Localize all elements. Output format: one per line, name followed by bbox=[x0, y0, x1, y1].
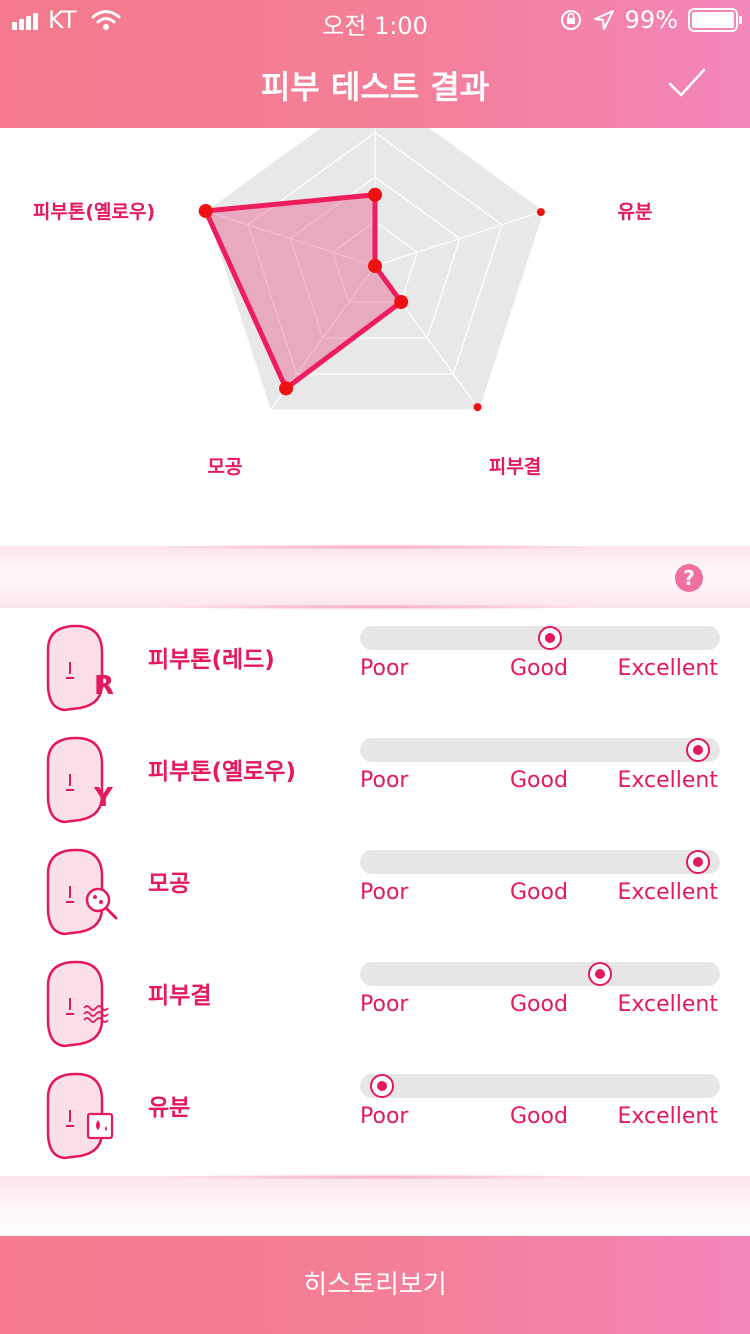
metric-name: 피부톤(옐로우) bbox=[148, 759, 296, 785]
radar-label-oil: 유분 bbox=[618, 201, 653, 223]
slider-knob bbox=[588, 962, 613, 986]
metric-row-yellow-tone: Y 피부톤(옐로우) Poor Good Excellent bbox=[0, 720, 750, 832]
radar-vertex-marker bbox=[473, 403, 482, 412]
check-icon bbox=[668, 68, 706, 97]
scale-poor: Poor bbox=[360, 1104, 409, 1129]
metric-name: 피부결 bbox=[148, 983, 212, 1009]
radar-point bbox=[368, 259, 382, 273]
scale-good: Good bbox=[510, 768, 568, 793]
face-texture-icon bbox=[46, 960, 109, 1048]
metric-slider bbox=[360, 626, 720, 650]
bottom-divider bbox=[0, 1174, 750, 1236]
radar-label-pore: 모공 bbox=[208, 456, 243, 478]
metric-row-oil: 유분 Poor Good Excellent bbox=[0, 1056, 750, 1168]
scale-excellent: Excellent bbox=[617, 656, 719, 681]
confirm-button[interactable] bbox=[664, 62, 710, 102]
metric-row-texture: 피부결 Poor Good Excellent bbox=[0, 944, 750, 1056]
radar-point bbox=[394, 295, 409, 310]
metric-list: R 피부톤(레드) Poor Good Excellent Y 피부톤(옐로우)… bbox=[0, 608, 750, 1168]
radar-point bbox=[198, 203, 213, 218]
scale-good: Good bbox=[510, 880, 568, 905]
scale-good: Good bbox=[510, 992, 568, 1017]
scale-excellent: Excellent bbox=[617, 992, 719, 1017]
scale-excellent: Excellent bbox=[617, 1104, 719, 1129]
battery-percent: 99% bbox=[624, 6, 678, 34]
metric-scale: Poor Good Excellent bbox=[360, 880, 720, 910]
status-bar: KT 오전 1:00 99% bbox=[0, 0, 750, 40]
radar-point bbox=[368, 187, 382, 202]
radar-label-yellow-tone: 피부톤(옐로우) bbox=[33, 201, 155, 223]
metric-row-pore: 모공 Poor Good Excellent bbox=[0, 832, 750, 944]
scale-good: Good bbox=[510, 1104, 568, 1129]
face-yellow-icon: Y bbox=[46, 736, 114, 824]
help-icon[interactable]: ? bbox=[675, 564, 703, 592]
scale-good: Good bbox=[510, 656, 568, 681]
rotation-lock-icon bbox=[560, 10, 581, 30]
slider-knob bbox=[685, 738, 710, 762]
radar-label-texture: 피부결 bbox=[489, 456, 541, 478]
face-oil-icon bbox=[46, 1072, 114, 1160]
radar-vertex-marker bbox=[536, 208, 545, 217]
face-red-icon: R bbox=[46, 624, 114, 712]
metric-slider bbox=[360, 1074, 720, 1098]
location-icon bbox=[593, 10, 614, 30]
scale-poor: Poor bbox=[360, 880, 409, 905]
face-pore-icon bbox=[46, 848, 118, 936]
slider-knob bbox=[538, 626, 563, 650]
metric-scale: Poor Good Excellent bbox=[360, 656, 720, 686]
page-title: 피부 테스트 결과 bbox=[260, 68, 490, 106]
scale-poor: Poor bbox=[360, 656, 409, 681]
metric-name: 유분 bbox=[148, 1095, 191, 1121]
slider-knob bbox=[370, 1074, 395, 1098]
metric-scale: Poor Good Excellent bbox=[360, 992, 720, 1022]
metric-slider bbox=[360, 962, 720, 986]
history-button[interactable]: 히스토리보기 bbox=[0, 1236, 750, 1334]
metric-scale: Poor Good Excellent bbox=[360, 768, 720, 798]
scale-excellent: Excellent bbox=[617, 768, 719, 793]
slider-knob bbox=[685, 850, 710, 874]
svg-text:Y: Y bbox=[93, 783, 114, 813]
scale-excellent: Excellent bbox=[617, 880, 719, 905]
scale-poor: Poor bbox=[360, 768, 409, 793]
metric-slider bbox=[360, 850, 720, 874]
radar-chart: 유분 피부결 모공 피부톤(옐로우) bbox=[33, 128, 653, 478]
header: KT 오전 1:00 99% 피부 테스트 결과 bbox=[0, 0, 750, 128]
svg-text:R: R bbox=[94, 671, 114, 701]
scale-poor: Poor bbox=[360, 992, 409, 1017]
battery-icon bbox=[688, 8, 742, 32]
metric-slider bbox=[360, 738, 720, 762]
metric-scale: Poor Good Excellent bbox=[360, 1104, 720, 1134]
section-divider bbox=[0, 544, 750, 610]
metric-row-red-tone: R 피부톤(레드) Poor Good Excellent bbox=[0, 608, 750, 720]
metric-name: 피부톤(레드) bbox=[148, 647, 275, 673]
radar-point bbox=[279, 381, 294, 396]
metric-name: 모공 bbox=[148, 871, 191, 897]
